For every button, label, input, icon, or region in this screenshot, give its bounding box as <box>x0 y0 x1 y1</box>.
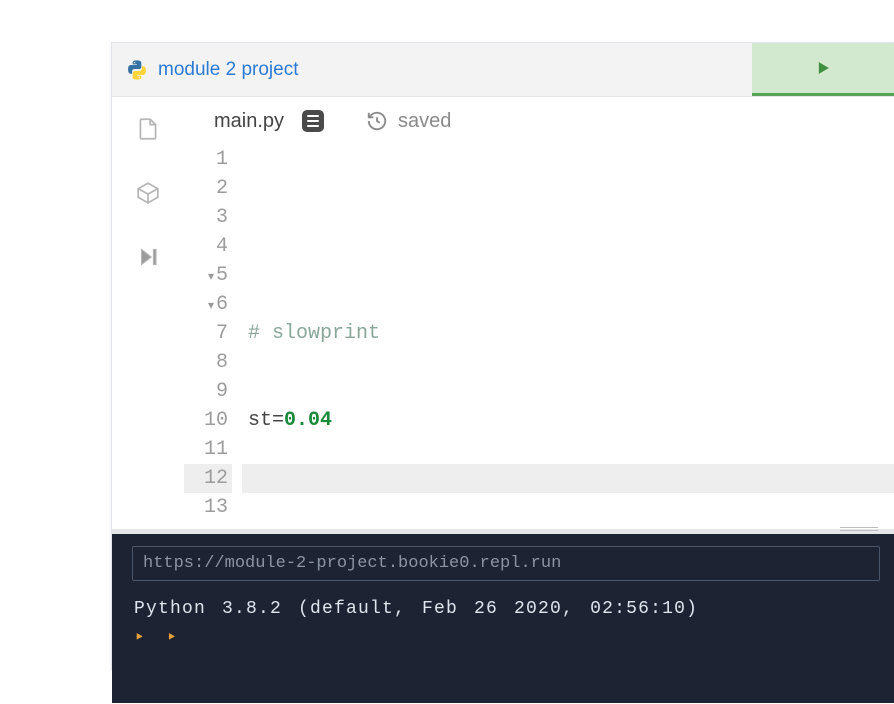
history-icon <box>366 110 388 132</box>
debugger-icon[interactable] <box>134 243 162 271</box>
main-area: main.py saved 1 2 3 4 ▾5 ▾6 7 8 <box>112 97 894 529</box>
line-number: 11 <box>184 435 232 464</box>
python-icon <box>126 59 148 81</box>
console-panel: https://module-2-project.bookie0.repl.ru… <box>112 529 894 703</box>
line-number-gutter: 1 2 3 4 ▾5 ▾6 7 8 9 10 11 12 13 <box>184 145 242 529</box>
run-button[interactable] <box>752 43 894 96</box>
active-line-highlight <box>242 464 894 493</box>
tab-label: main.py <box>214 110 284 133</box>
line-number: 1 <box>184 145 232 174</box>
packages-icon[interactable] <box>134 179 162 207</box>
project-title[interactable]: module 2 project <box>158 59 298 81</box>
saved-label: saved <box>398 110 451 133</box>
line-number: 8 <box>184 348 232 377</box>
console-prompt[interactable]: ‣ ‣ <box>112 625 894 663</box>
code-line <box>248 493 894 522</box>
line-number: 12 <box>184 464 232 493</box>
line-number: ▾6 <box>184 290 232 319</box>
saved-indicator: saved <box>344 110 451 133</box>
repl-url: https://module-2-project.bookie0.repl.ru… <box>143 554 561 573</box>
editor-panel: main.py saved 1 2 3 4 ▾5 ▾6 7 8 <box>184 97 894 529</box>
line-number: ▾5 <box>184 261 232 290</box>
left-sidebar <box>112 97 184 529</box>
line-number: 10 <box>184 406 232 435</box>
line-number: 4 <box>184 232 232 261</box>
line-number: 7 <box>184 319 232 348</box>
tab-bar: main.py saved <box>184 97 894 145</box>
resize-handle[interactable] <box>840 527 878 531</box>
code-line: # slowprint <box>248 319 894 348</box>
project-header[interactable]: module 2 project <box>112 59 298 81</box>
line-number: 9 <box>184 377 232 406</box>
tab-main-py[interactable]: main.py <box>184 97 344 145</box>
repl-window: module 2 project main.py <box>111 42 894 670</box>
play-icon <box>813 58 833 78</box>
code-editor[interactable]: 1 2 3 4 ▾5 ▾6 7 8 9 10 11 12 13 <box>184 145 894 529</box>
code-line <box>248 232 894 261</box>
topbar: module 2 project <box>112 43 894 97</box>
code-line: st=0.04 <box>248 406 894 435</box>
console-banner: Python 3.8.2 (default, Feb 26 2020, 02:5… <box>112 585 894 625</box>
line-number: 2 <box>184 174 232 203</box>
code-area[interactable]: # slowprint st=0.04 def sp(str): for let… <box>242 145 894 529</box>
files-icon[interactable] <box>134 115 162 143</box>
console-output-area[interactable]: Python 3.8.2 (default, Feb 26 2020, 02:5… <box>112 585 894 703</box>
repl-url-bar[interactable]: https://module-2-project.bookie0.repl.ru… <box>132 546 880 581</box>
prompt-chevron-icon: ‣ <box>166 629 177 649</box>
line-number: 13 <box>184 493 232 522</box>
line-number: 3 <box>184 203 232 232</box>
prompt-chevron-icon: ‣ <box>134 629 145 649</box>
console-panel-wrap: https://module-2-project.bookie0.repl.ru… <box>112 529 894 703</box>
tab-menu-icon[interactable] <box>302 110 324 132</box>
